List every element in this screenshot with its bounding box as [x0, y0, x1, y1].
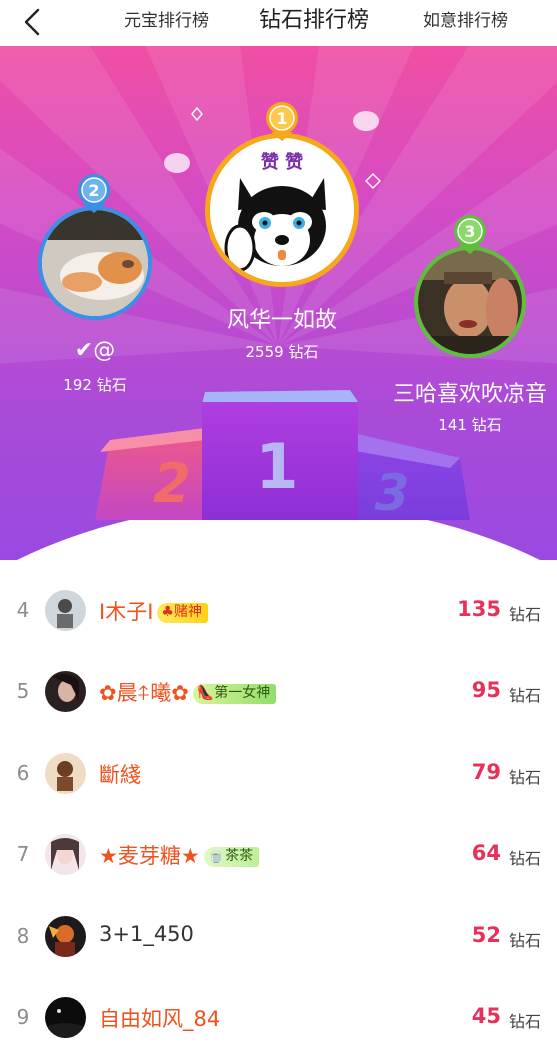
user-name-text: 自由如风_84: [99, 1007, 221, 1031]
rank-number: 5: [16, 679, 30, 703]
avatar[interactable]: [45, 753, 86, 794]
user-name: ✿晨⍏曦✿ 👠第一女神: [99, 677, 277, 707]
movie-still-photo: [418, 250, 522, 354]
diamond-score: 45: [471, 1004, 501, 1028]
list-item[interactable]: 4 I木子I ♣赌神 135 钻石: [0, 570, 557, 650]
rank-2-medal-icon: 2: [78, 174, 110, 213]
diamond-score: 79: [471, 760, 501, 784]
diamond-unit: 钻石: [509, 931, 542, 950]
tab-yuanbao-ranking[interactable]: 元宝排行榜: [124, 0, 209, 46]
cat-photo: [42, 210, 148, 316]
third-place-score: 141 钻石: [438, 416, 502, 434]
tab-ruyi-ranking[interactable]: 如意排行榜: [423, 0, 508, 46]
svg-text:1: 1: [255, 430, 298, 503]
avatar[interactable]: [45, 997, 86, 1038]
first-place-name: 风华一如故: [226, 308, 337, 333]
user-avatar-photo: [45, 671, 86, 712]
user-avatar-photo: [45, 916, 86, 957]
diamond-score: 95: [471, 678, 501, 702]
rank-3-medal-icon: 3: [454, 215, 486, 254]
user-name: 3+1_450: [99, 922, 194, 946]
title-badge: 🍵茶茶: [203, 847, 260, 867]
back-button[interactable]: [18, 6, 48, 38]
rank-number: 7: [16, 842, 30, 866]
tab-diamond-ranking[interactable]: 钻石排行榜: [259, 0, 369, 46]
svg-text:1: 1: [276, 109, 287, 128]
top-navigation-bar: 元宝排行榜 钻石排行榜 如意排行榜: [0, 0, 557, 46]
podium-banner: 元宝排行榜 钻石排行榜 如意排行榜 2 ✔@ 192 钻石 1 赞 赞 风华一如…: [0, 0, 557, 560]
user-avatar-photo: [45, 834, 86, 875]
diamond-unit: 钻石: [509, 849, 542, 868]
rank-number: 8: [16, 924, 30, 948]
diamond-score: 52: [471, 923, 501, 947]
avatar[interactable]: [45, 834, 86, 875]
list-item[interactable]: 7 ★麦芽糖★ 🍵茶茶 64 钻石: [0, 814, 557, 894]
user-name-text: 斷綫: [99, 763, 141, 787]
second-place-avatar[interactable]: [38, 206, 152, 320]
svg-text:3: 3: [464, 222, 475, 241]
list-item[interactable]: 5 ✿晨⍏曦✿ 👠第一女神 95 钻石: [0, 651, 557, 731]
user-name-text: 3+1_450: [99, 922, 194, 946]
title-badge: ♣赌神: [157, 603, 208, 623]
first-place-avatar[interactable]: 赞 赞: [205, 133, 359, 287]
avatar[interactable]: [45, 916, 86, 957]
svg-text:2: 2: [153, 452, 191, 515]
diamond-unit: 钻石: [509, 605, 542, 624]
title-badge: 👠第一女神: [192, 684, 277, 704]
user-avatar-photo: [45, 753, 86, 794]
user-name: I木子I ♣赌神: [99, 596, 208, 626]
list-item[interactable]: 8 3+1_450 52 钻石: [0, 896, 557, 976]
user-name-text: ✿晨⍏曦✿: [99, 681, 189, 705]
svg-text:3: 3: [375, 464, 410, 520]
svg-text:赞 赞: 赞 赞: [260, 152, 303, 173]
rank-number: 9: [16, 1005, 30, 1029]
user-name-text: I木子I: [99, 600, 154, 624]
second-place-score: 192 钻石: [63, 376, 127, 394]
list-item[interactable]: 6 斷綫 79 钻石: [0, 733, 557, 813]
rank-number: 4: [16, 598, 30, 622]
avatar[interactable]: [45, 590, 86, 631]
diamond-unit: 钻石: [509, 686, 542, 705]
user-name: ★麦芽糖★ 🍵茶茶: [99, 840, 260, 870]
user-avatar-photo: [45, 590, 86, 631]
third-place-avatar[interactable]: [414, 246, 526, 358]
diamond-unit: 钻石: [509, 768, 542, 787]
diamond-unit: 钻石: [509, 1012, 542, 1031]
user-name-text: ★麦芽糖★: [99, 844, 200, 868]
user-avatar-photo: [45, 997, 86, 1038]
diamond-score: 64: [471, 841, 501, 865]
user-name: 自由如风_84: [99, 1003, 220, 1033]
diamond-score: 135: [457, 597, 501, 621]
user-name: 斷綫: [99, 759, 141, 789]
rank-number: 6: [16, 761, 30, 785]
second-place-name: ✔@: [74, 338, 116, 363]
third-place-name: 三哈喜欢吹凉音: [392, 382, 547, 407]
first-place-score: 2559 钻石: [245, 343, 319, 361]
svg-text:2: 2: [88, 181, 99, 200]
list-item[interactable]: 9 自由如风_84 45 钻石: [0, 977, 557, 1053]
chevron-left-icon: [24, 8, 40, 36]
husky-cartoon-photo: 赞 赞: [210, 138, 354, 282]
rank-1-medal-icon: 1: [266, 102, 298, 141]
avatar[interactable]: [45, 671, 86, 712]
